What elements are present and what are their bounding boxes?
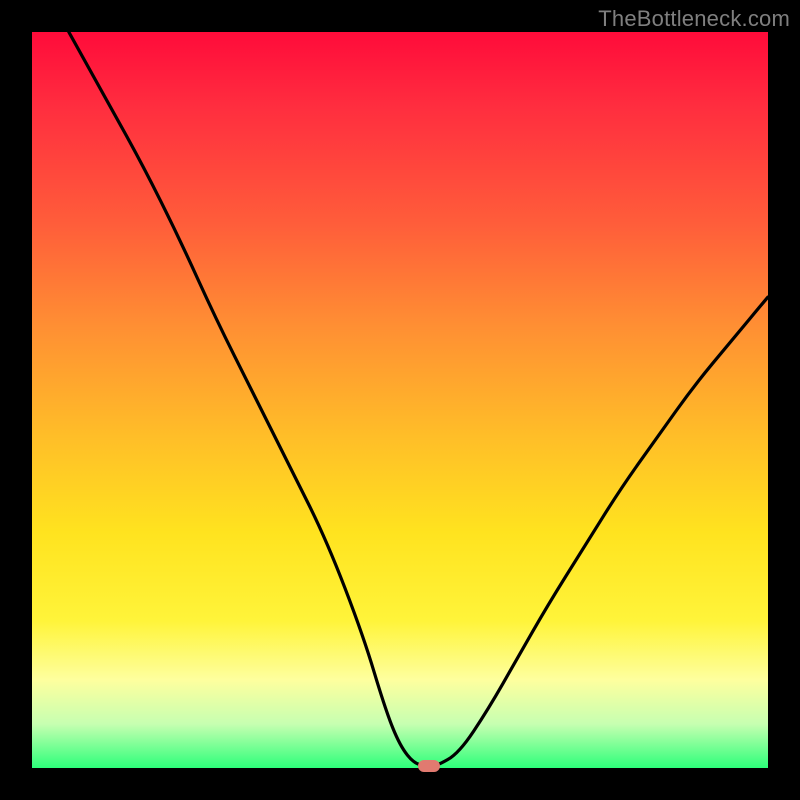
plot-area — [32, 32, 768, 768]
bottleneck-curve — [32, 32, 768, 768]
minimum-marker — [418, 760, 440, 772]
watermark-text: TheBottleneck.com — [598, 6, 790, 32]
chart-frame: TheBottleneck.com — [0, 0, 800, 800]
